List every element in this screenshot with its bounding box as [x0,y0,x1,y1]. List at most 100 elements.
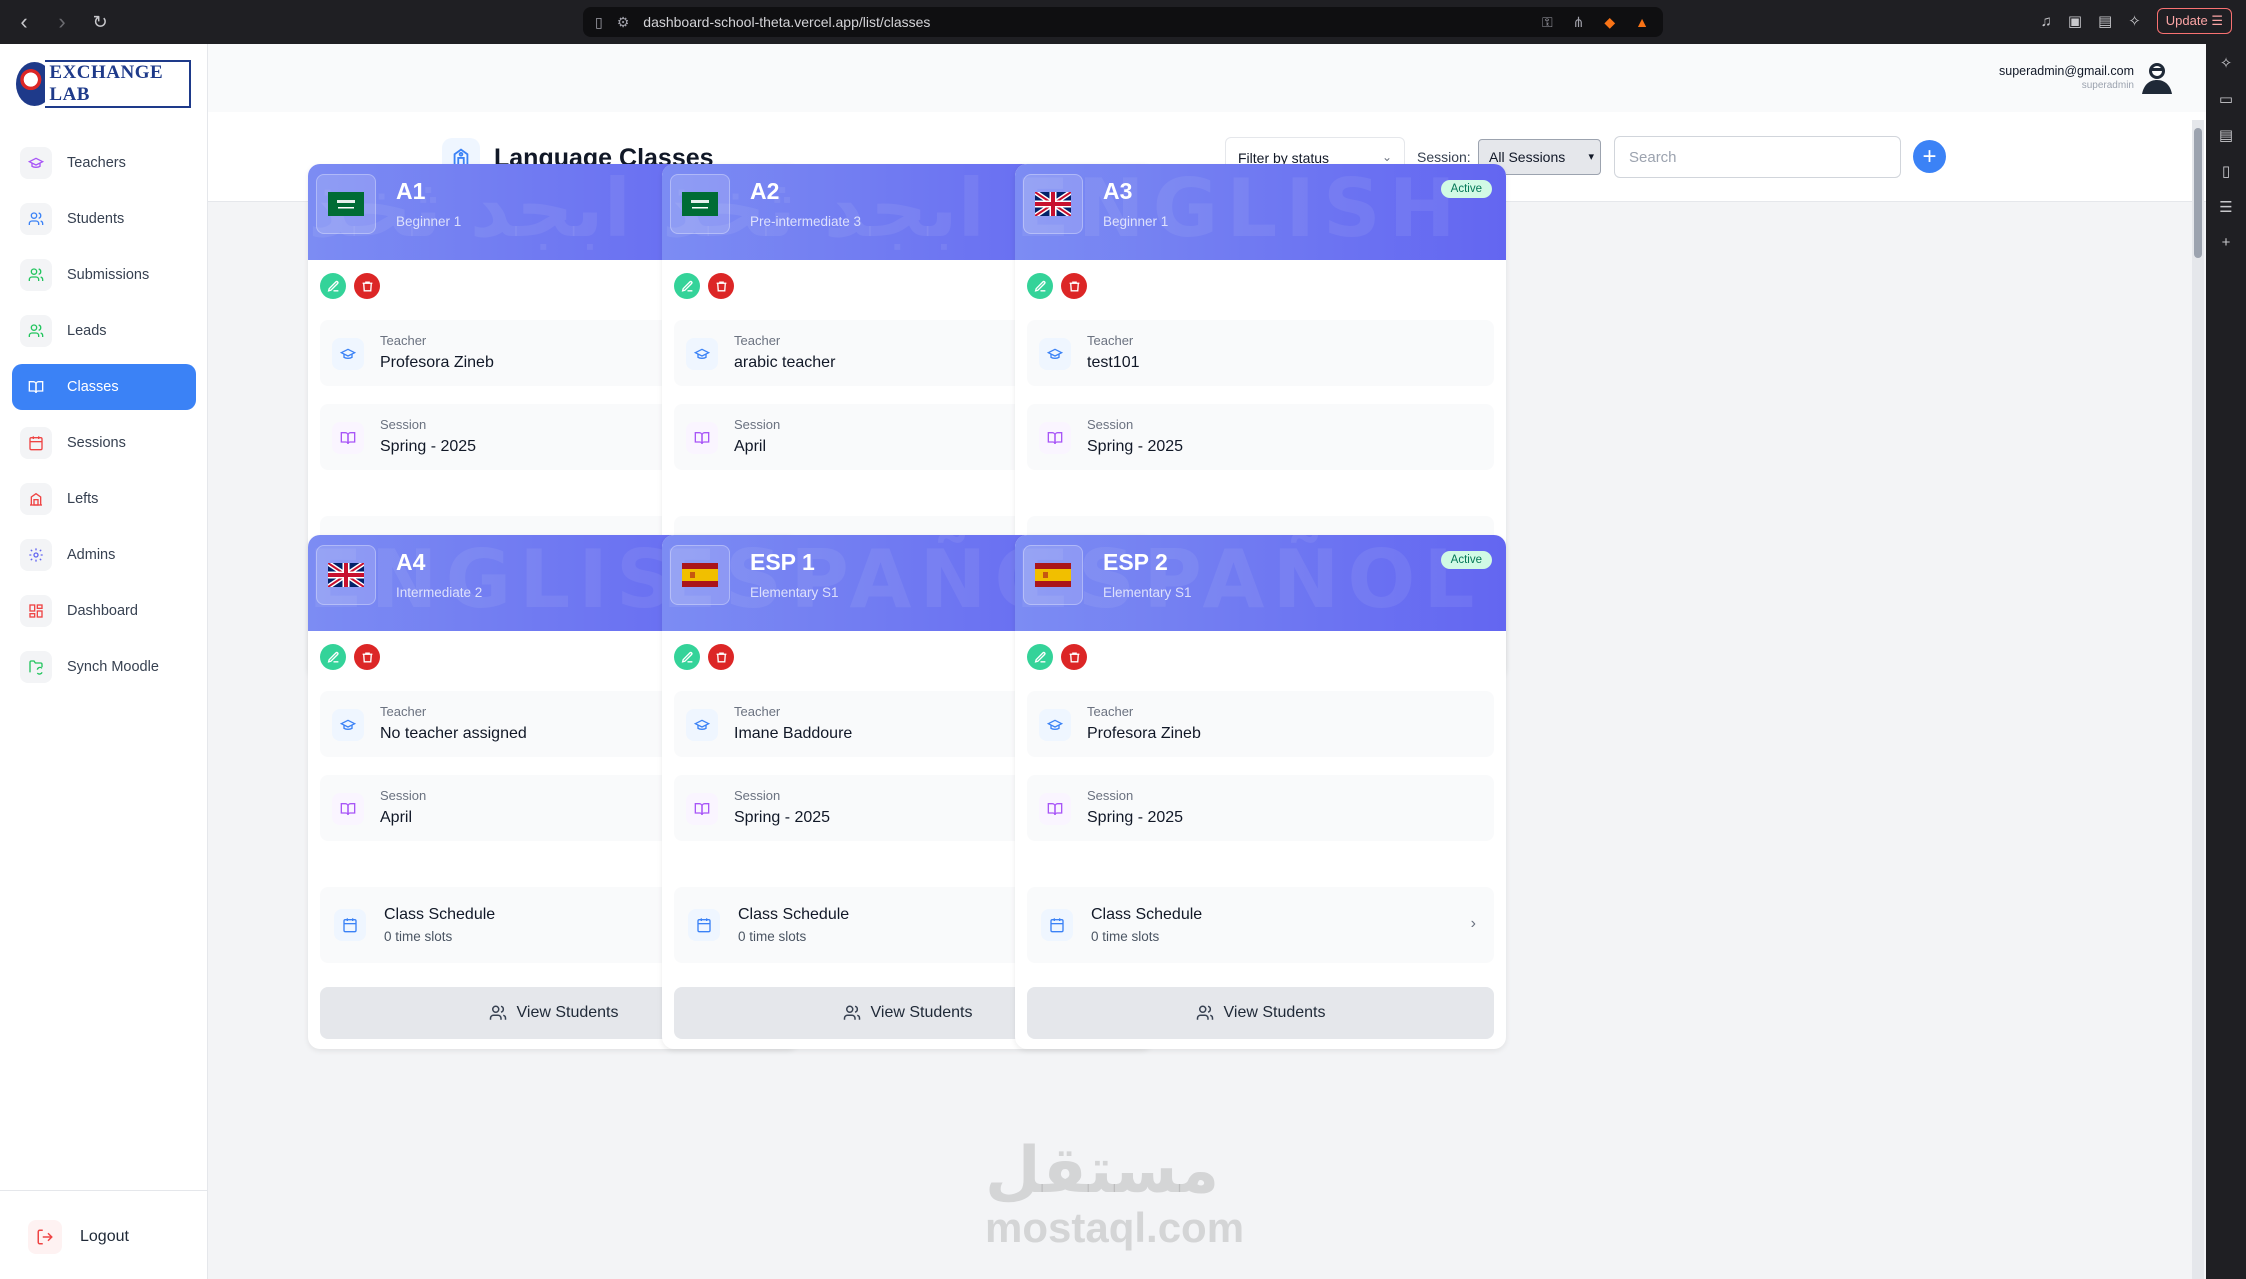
session-label: Session: [1417,149,1471,165]
brave-shield-icon[interactable]: ◆ [1604,14,1615,31]
brave-rewards-icon[interactable]: ▲ [1635,14,1649,31]
card-actions [1027,644,1087,670]
chevron-right-icon: › [1470,915,1476,932]
address-bar[interactable]: ▯ ⚙ dashboard-school-theta.vercel.app/li… [583,7,1663,37]
sidebar: EXCHANGE LAB Teachers Students Submissions… [0,44,208,1279]
bookmarks-panel-icon[interactable]: ▯ [2222,162,2230,180]
page-scrollbar[interactable] [2192,120,2204,1279]
session-row: Session Spring - 2025 [1027,404,1494,470]
teacher-label: Teacher [380,704,427,719]
avatar[interactable] [2138,58,2176,96]
delete-button[interactable] [354,273,380,299]
class-level: Pre-intermediate 3 [750,214,862,229]
sidebar-item-synch-moodle[interactable]: Synch Moodle [12,644,196,690]
topbar: superadmin@gmail.com superadmin [208,44,2206,112]
logout-icon [28,1220,62,1254]
media-icon[interactable]: ♫ [2041,13,2052,30]
edit-icon [1034,280,1046,292]
book-icon [1039,422,1071,454]
edit-button[interactable] [674,273,700,299]
edit-button[interactable] [1027,273,1053,299]
class-schedule-row[interactable]: Class Schedule 0 time slots › [1027,887,1494,963]
site-info-icon[interactable]: ⚙ [617,14,630,31]
grid-icon [20,595,52,627]
watermark-arabic: مستقل [985,1134,1220,1208]
sidebar-item-teachers[interactable]: Teachers [12,140,196,186]
sidebar-item-label: Submissions [67,267,150,283]
browser-side-panel: ✧ ▭ ▤ ▯ ☰ + [2206,44,2246,1279]
teacher-name: test101 [1087,354,1140,371]
sidebar-toggle-icon[interactable]: ▣ [2068,12,2082,30]
sidebar-item-submissions[interactable]: Submissions [12,252,196,298]
bookmark-icon[interactable]: ▯ [595,14,603,31]
update-button[interactable]: Update ☰ [2156,8,2232,34]
sidebar-item-label: Students [67,211,125,227]
class-level: Beginner 1 [1103,214,1169,229]
sidebar-item-students[interactable]: Students [12,196,196,242]
reload-icon[interactable]: ↻ [86,8,114,36]
add-panel-icon[interactable]: + [2222,234,2231,251]
sidebar-item-admins[interactable]: Admins [12,532,196,578]
delete-button[interactable] [354,644,380,670]
status-badge: Active [1440,551,1492,569]
delete-button[interactable] [1061,644,1087,670]
search-input[interactable] [1614,136,1901,178]
sidebar-item-label: Synch Moodle [67,659,159,675]
scrollbar-thumb[interactable] [2194,128,2202,258]
sidebar-item-lefts[interactable]: Lefts [12,476,196,522]
view-students-label: View Students [870,1004,973,1021]
building-icon [20,483,52,515]
class-card: ESPAÑOL ESP 2 Elementary S1 Active Teach… [1015,535,1506,1049]
calendar-icon [1041,909,1073,941]
edit-icon [1034,651,1046,663]
share-icon[interactable]: ⋔ [1573,14,1585,31]
edit-button[interactable] [674,644,700,670]
sidebar-item-classes[interactable]: Classes [12,364,196,410]
users-icon [20,315,52,347]
logout-label: Logout [80,1228,129,1245]
logout-button[interactable]: Logout [28,1220,129,1254]
teacher-name: No teacher assigned [380,725,527,742]
edit-button[interactable] [320,273,346,299]
sidebar-item-leads[interactable]: Leads [12,308,196,354]
add-class-button[interactable]: + [1913,140,1946,173]
uk-flag-icon [1023,174,1083,234]
calendar-icon [688,909,720,941]
tabs-icon[interactable]: ▭ [2219,90,2233,108]
teacher-label: Teacher [734,704,781,719]
app-window: EXCHANGE LAB Teachers Students Submissions… [0,44,2206,1279]
sidebar-item-label: Sessions [67,435,126,451]
sidebar-item-label: Classes [67,379,119,395]
key-icon[interactable]: ⚿ [1542,14,1553,31]
sidebar-item-sessions[interactable]: Sessions [12,420,196,466]
leo-icon[interactable]: ✧ [2220,54,2233,72]
delete-button[interactable] [708,273,734,299]
view-students-button[interactable]: View Students [1027,987,1494,1039]
sidebar-item-dashboard[interactable]: Dashboard [12,588,196,634]
reading-list-icon[interactable]: ☰ [2219,198,2232,216]
teacher-label: Teacher [1087,704,1134,719]
wallet-icon[interactable]: ▤ [2098,12,2112,30]
delete-button[interactable] [1061,273,1087,299]
book-icon [332,793,364,825]
session-select-value: All Sessions [1489,149,1566,165]
edit-icon [681,280,693,292]
session-row: Session Spring - 2025 [1027,775,1494,841]
session-name: Spring - 2025 [1087,809,1184,826]
forward-icon[interactable]: › [48,8,76,36]
edit-icon [327,651,339,663]
edit-button[interactable] [1027,644,1053,670]
book-icon [686,422,718,454]
back-icon[interactable]: ‹ [10,8,38,36]
logo[interactable]: EXCHANGE LAB [16,60,191,108]
logo-text: EXCHANGE LAB [45,60,191,108]
session-label: Session [380,788,427,803]
teacher-label: Teacher [380,333,427,348]
class-code: A4 [396,549,426,575]
delete-button[interactable] [708,644,734,670]
edit-button[interactable] [320,644,346,670]
class-code: ESP 2 [1103,549,1168,575]
wallet-panel-icon[interactable]: ▤ [2219,126,2233,144]
leo-ai-icon[interactable]: ✧ [2128,12,2141,30]
book-icon [20,371,52,403]
